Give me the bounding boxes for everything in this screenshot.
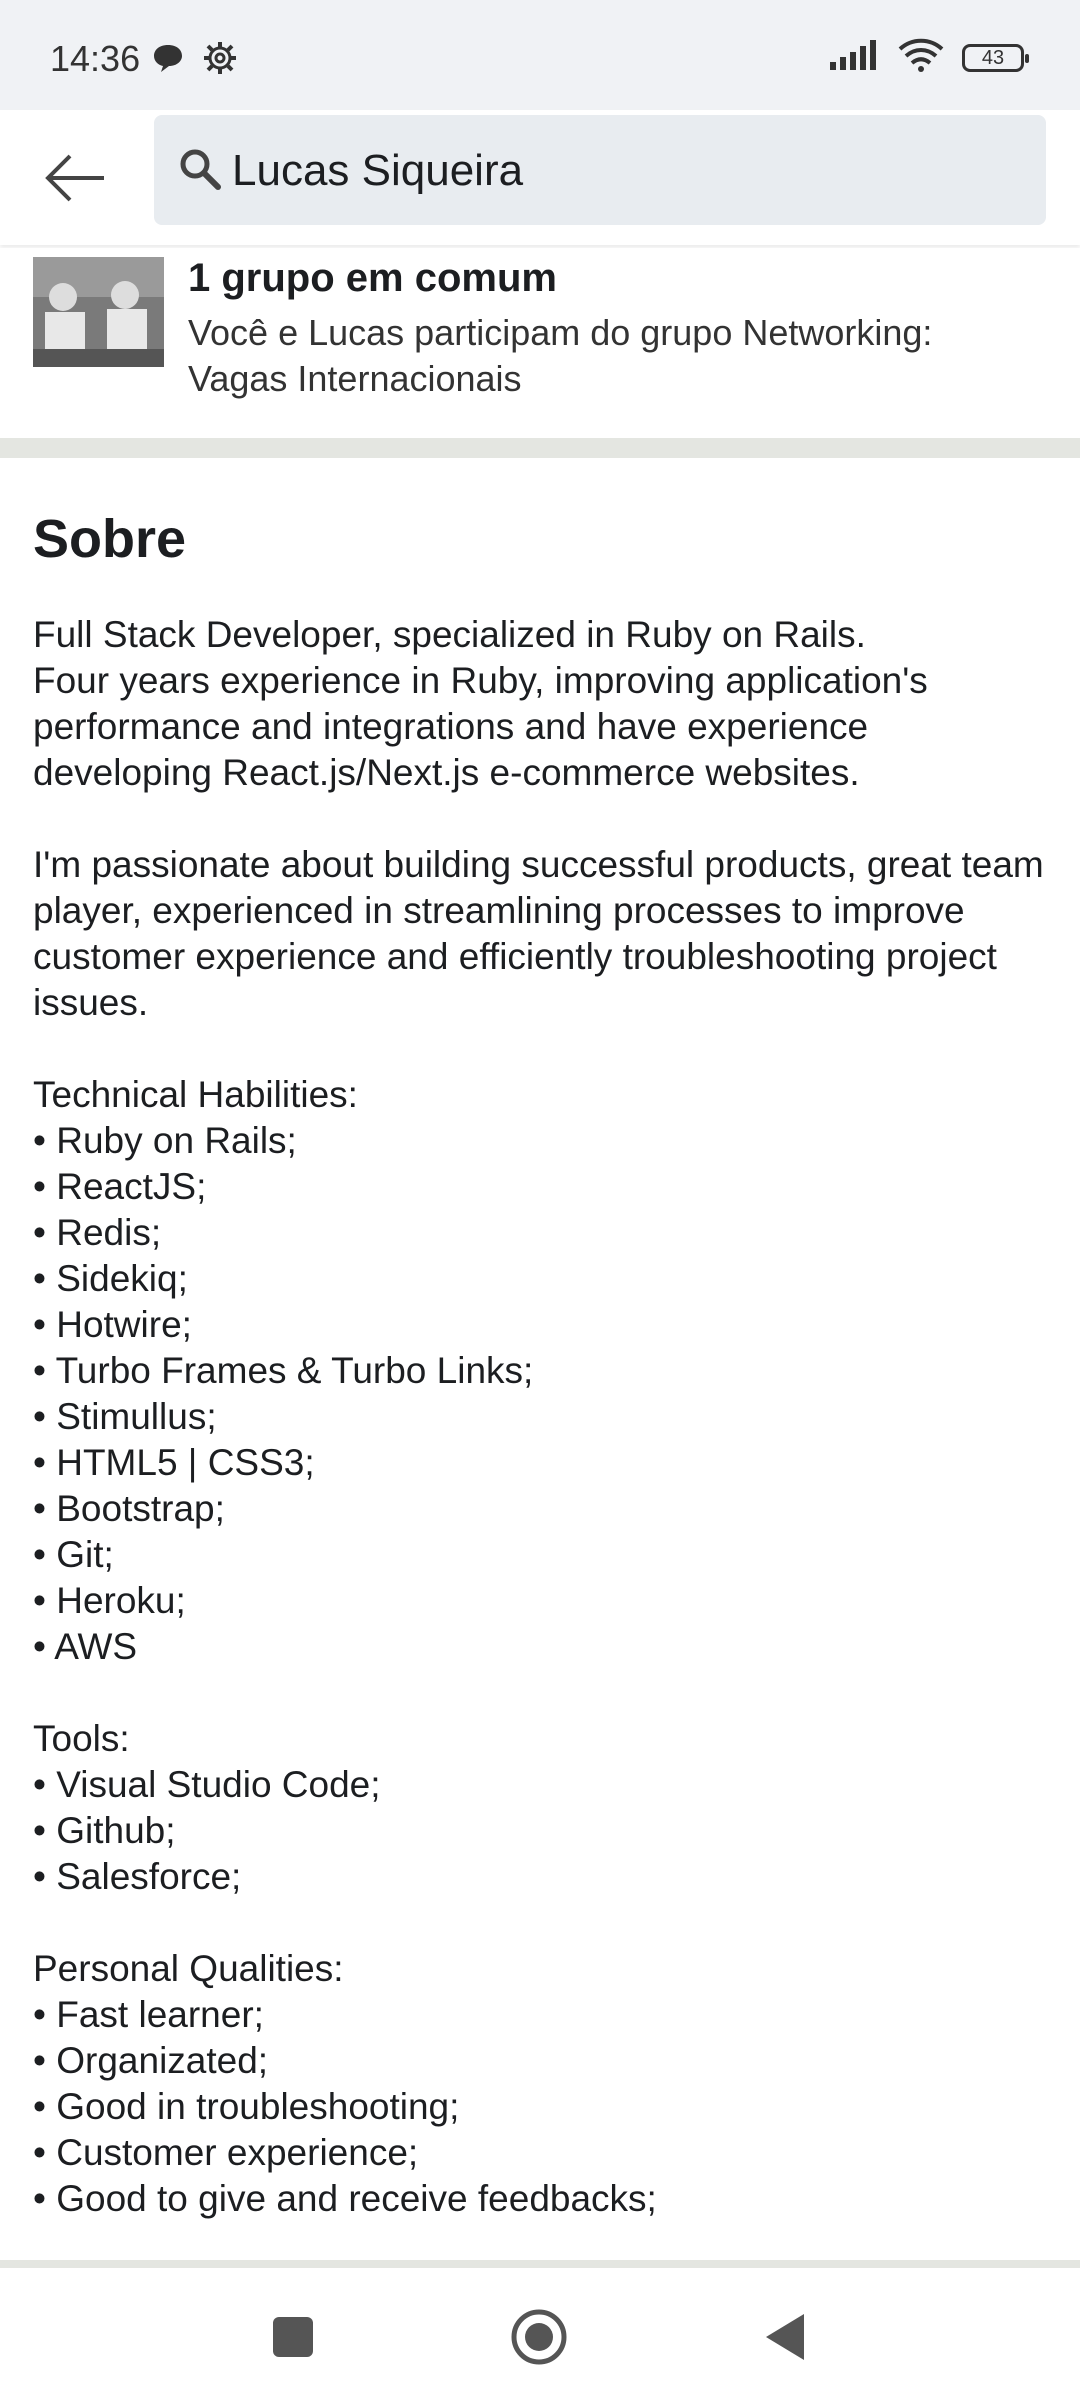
status-right-icons: 43 xyxy=(830,38,1029,77)
about-heading: Sobre xyxy=(33,509,187,569)
chat-bubble-icon xyxy=(152,43,184,78)
bottom-divider xyxy=(0,2260,1080,2268)
list-item: • Salesforce; xyxy=(33,1856,242,1897)
back-button[interactable] xyxy=(38,140,114,216)
settings-gear-icon xyxy=(202,40,238,81)
list-item: • Organizated; xyxy=(33,2040,269,2081)
search-icon xyxy=(180,149,221,190)
status-time: 14:36 xyxy=(50,38,141,79)
list-item: • Visual Studio Code; xyxy=(33,1764,381,1805)
list-item: • ReactJS; xyxy=(33,1166,207,1207)
technical-heading: Technical Habilities: xyxy=(33,1074,358,1115)
qualities-heading: Personal Qualities: xyxy=(33,1948,344,1989)
section-divider xyxy=(0,438,1080,458)
list-item: • Good to give and receive feedbacks; xyxy=(33,2178,657,2219)
battery-icon: 43 xyxy=(962,43,1029,72)
home-circle-icon xyxy=(511,2309,567,2365)
status-left-icons xyxy=(152,40,238,81)
list-item: • Customer experience; xyxy=(33,2132,419,2173)
list-item: • Github; xyxy=(33,1810,176,1851)
about-passion: I'm passionate about building successful… xyxy=(33,844,1044,1023)
home-button[interactable] xyxy=(504,2302,574,2372)
groups-in-common-description: Você e Lucas participam do grupo Network… xyxy=(188,312,933,399)
back-triangle-icon xyxy=(766,2314,804,2360)
list-item: • AWS xyxy=(33,1626,138,1667)
recents-square-icon xyxy=(273,2317,313,2357)
about-intro-line: Four years experience in Ruby, improving… xyxy=(33,660,928,793)
list-item: • Stimullus; xyxy=(33,1396,217,1437)
list-item: • Fast learner; xyxy=(33,1994,264,2035)
list-item: • Ruby on Rails; xyxy=(33,1120,297,1161)
group-thumbnail xyxy=(33,257,164,367)
status-bar: 14:36 43 xyxy=(0,0,1080,110)
list-item: • Bootstrap; xyxy=(33,1488,225,1529)
search-value: Lucas Siqueira xyxy=(232,146,524,195)
list-item: • Sidekiq; xyxy=(33,1258,188,1299)
list-item: • HTML5 | CSS3; xyxy=(33,1442,315,1483)
search-input[interactable]: Lucas Siqueira xyxy=(154,115,1046,225)
search-header: Lucas Siqueira xyxy=(0,110,1080,245)
signal-icon xyxy=(830,40,880,75)
list-item: • Redis; xyxy=(33,1212,162,1253)
wifi-icon xyxy=(898,38,944,77)
system-back-button[interactable] xyxy=(750,2302,820,2372)
tools-heading: Tools: xyxy=(33,1718,130,1759)
groups-in-common-title: 1 grupo em comum xyxy=(188,256,557,300)
about-intro-line: Full Stack Developer, specialized in Rub… xyxy=(33,614,866,655)
list-item: • Hotwire; xyxy=(33,1304,192,1345)
list-item: • Git; xyxy=(33,1534,114,1575)
list-item: • Heroku; xyxy=(33,1580,186,1621)
groups-in-common-row[interactable]: 1 grupo em comum Você e Lucas participam… xyxy=(0,248,1080,438)
recents-button[interactable] xyxy=(258,2302,328,2372)
list-item: • Turbo Frames & Turbo Links; xyxy=(33,1350,534,1391)
system-nav-bar xyxy=(0,2272,1080,2400)
arrow-left-icon xyxy=(45,154,104,202)
about-text: Full Stack Developer, specialized in Rub… xyxy=(33,612,1053,2222)
list-item: • Good in troubleshooting; xyxy=(33,2086,460,2127)
